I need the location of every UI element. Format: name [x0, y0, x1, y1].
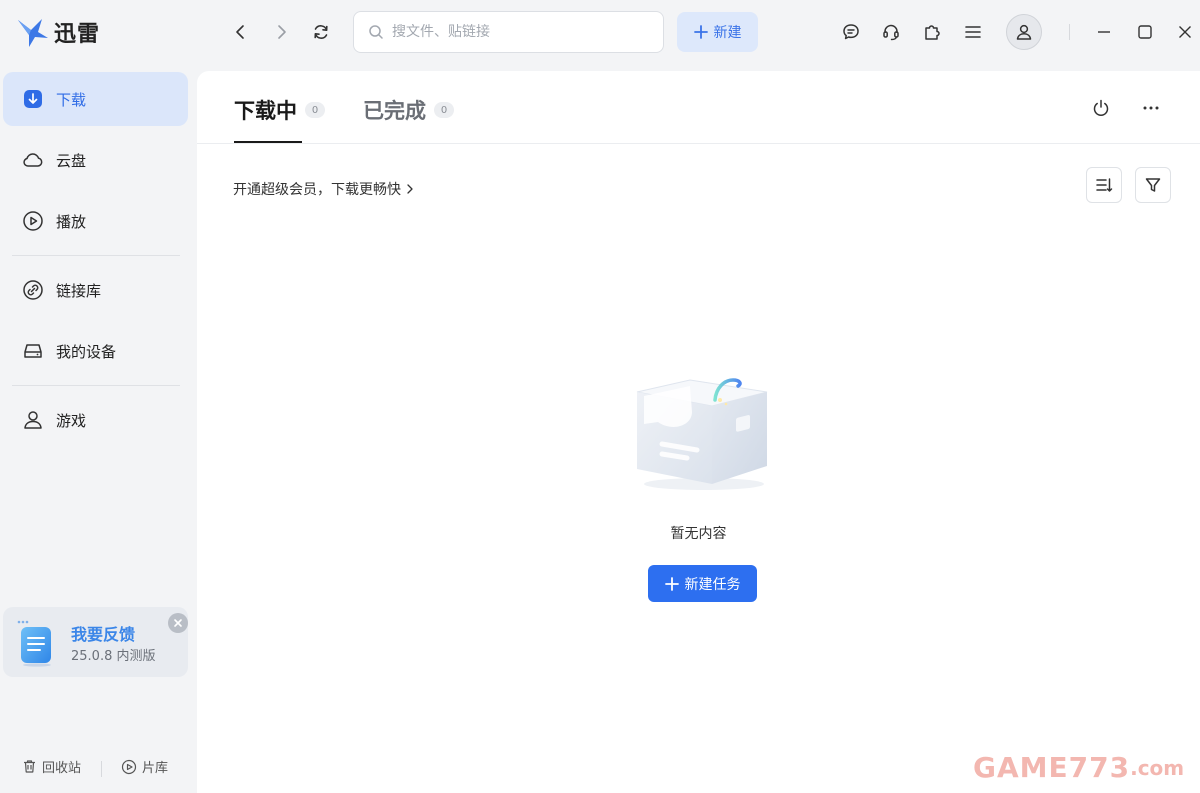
- search-box[interactable]: [353, 11, 664, 53]
- vip-promo-link[interactable]: 开通超级会员，下载更畅快: [233, 179, 415, 199]
- power-icon: [1093, 99, 1109, 117]
- empty-state-text: 暂无内容: [670, 526, 727, 542]
- sidebar-item-cloud[interactable]: 云盘: [3, 133, 188, 187]
- power-button[interactable]: [1088, 95, 1114, 121]
- download-icon: [24, 90, 42, 108]
- main-panel: 下载中 0 已完成 0 开通超级会员，下载更畅快 暂无内容 新建任务 GAME7…: [197, 71, 1200, 793]
- watermark-suffix: .com: [1130, 755, 1185, 780]
- create-task-button[interactable]: 新建任务: [648, 565, 757, 602]
- cloud-icon: [23, 153, 43, 167]
- plus-icon: [664, 576, 679, 591]
- game-icon: [24, 411, 42, 429]
- trash-icon: [24, 760, 35, 773]
- minimize-button[interactable]: [1092, 20, 1116, 44]
- message-button[interactable]: [839, 20, 863, 44]
- sidebar-item-games[interactable]: 游戏: [3, 393, 188, 447]
- maximize-icon: [1138, 25, 1152, 39]
- maximize-button[interactable]: [1133, 20, 1157, 44]
- sidebar-item-label: 播放: [56, 212, 87, 231]
- title-bar: 迅雷 新建: [0, 0, 1200, 64]
- close-icon: [174, 619, 182, 627]
- tab-count-badge: 0: [434, 102, 454, 118]
- tab-label: 下载中: [234, 99, 297, 123]
- tab-count-badge: 0: [305, 102, 325, 118]
- sort-button[interactable]: [1086, 167, 1122, 203]
- bottom-separator: [101, 761, 102, 777]
- user-icon: [1016, 24, 1032, 40]
- tab-downloading[interactable]: 下载中 0: [234, 95, 325, 125]
- sidebar-item-label: 游戏: [56, 411, 87, 430]
- search-icon: [369, 25, 383, 39]
- feedback-document-icon: [17, 620, 51, 667]
- sidebar-divider: [12, 255, 180, 256]
- more-icon: [1143, 106, 1159, 110]
- app-name: 迅雷: [54, 22, 101, 47]
- puzzle-icon: [925, 25, 940, 40]
- close-button[interactable]: [1173, 20, 1197, 44]
- feedback-title: 我要反馈: [71, 625, 136, 644]
- forward-button[interactable]: [269, 20, 293, 44]
- link-icon: [23, 280, 43, 300]
- recycle-bin-label: 回收站: [42, 761, 82, 776]
- back-button[interactable]: [229, 20, 253, 44]
- plugins-button[interactable]: [920, 20, 944, 44]
- tab-completed[interactable]: 已完成 0: [363, 95, 454, 125]
- empty-box-illustration: [636, 378, 768, 490]
- sidebar-item-play[interactable]: 播放: [3, 194, 188, 248]
- play-icon: [23, 211, 43, 231]
- sidebar-item-devices[interactable]: 我的设备: [3, 324, 188, 378]
- refresh-button[interactable]: [309, 20, 333, 44]
- forward-icon: [278, 25, 286, 39]
- refresh-icon: [314, 25, 328, 39]
- feedback-card[interactable]: 我要反馈 25.0.8 内测版: [3, 607, 188, 677]
- new-button-label: 新建: [713, 25, 742, 41]
- create-task-label: 新建任务: [684, 576, 741, 593]
- filter-icon: [1145, 178, 1161, 192]
- library-label: 片库: [142, 761, 169, 776]
- watermark: GAME773 .com: [973, 751, 1184, 784]
- chevron-right-icon: [407, 184, 413, 194]
- toolbar-separator: [1069, 24, 1070, 40]
- sidebar-item-label: 云盘: [56, 151, 87, 170]
- feedback-close-button[interactable]: [168, 613, 188, 633]
- search-input[interactable]: [392, 24, 642, 40]
- sidebar: 下载 云盘 播放 链接库 我的设备 游戏 我要反馈 25.0.8 内测版 回收站…: [0, 64, 196, 793]
- back-icon: [236, 25, 244, 39]
- sidebar-item-label: 我的设备: [56, 342, 117, 361]
- vip-promo-text: 开通超级会员，下载更畅快: [233, 182, 401, 198]
- user-avatar[interactable]: [1006, 14, 1042, 50]
- feedback-version: 25.0.8 内测版: [71, 649, 156, 664]
- thunder-bird-icon: [18, 19, 48, 47]
- app-logo: 迅雷: [16, 16, 100, 48]
- plus-icon: [693, 25, 708, 39]
- sidebar-item-links[interactable]: 链接库: [3, 263, 188, 317]
- sidebar-item-download[interactable]: 下载: [3, 72, 188, 126]
- header-divider: [197, 143, 1200, 144]
- support-button[interactable]: [879, 20, 903, 44]
- headset-icon: [883, 24, 899, 41]
- message-icon: [843, 24, 859, 40]
- sidebar-item-label: 链接库: [56, 281, 102, 300]
- sidebar-item-label: 下载: [56, 90, 87, 109]
- main-menu-button[interactable]: [961, 20, 985, 44]
- sidebar-divider: [12, 385, 180, 386]
- device-icon: [24, 344, 42, 358]
- filter-button[interactable]: [1135, 167, 1171, 203]
- sort-icon: [1096, 178, 1113, 192]
- tab-label: 已完成: [363, 99, 426, 123]
- new-button[interactable]: 新建: [677, 12, 758, 52]
- close-icon: [1179, 26, 1191, 38]
- more-button[interactable]: [1138, 95, 1164, 121]
- film-library-icon: [121, 759, 137, 774]
- minimize-icon: [1098, 31, 1110, 33]
- recycle-bin-button[interactable]: 回收站: [22, 757, 81, 776]
- watermark-text: GAME773: [973, 751, 1131, 784]
- menu-icon: [965, 26, 981, 38]
- library-button[interactable]: 片库: [121, 757, 168, 776]
